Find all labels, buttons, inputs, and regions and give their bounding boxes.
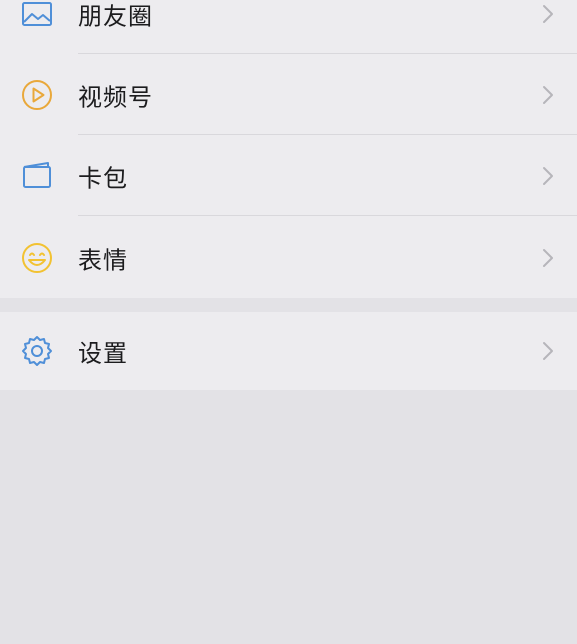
empty-background-area [0,390,577,644]
menu-item-label: 朋友圈 [78,2,153,31]
card-wallet-icon [18,157,56,195]
divider [78,134,577,135]
divider [78,53,577,54]
channels-play-icon [18,76,56,114]
menu-item-label: 表情 [78,246,128,275]
chevron-right-icon [541,165,555,187]
menu-item-card-wallet[interactable]: 卡包 [0,136,577,216]
chevron-right-icon [541,3,555,25]
menu-item-channels[interactable]: 视频号 [0,55,577,135]
me-settings-screen: 朋友圈 视频号 卡包 表情 设置 [0,0,577,644]
menu-item-label: 视频号 [78,83,153,112]
menu-group-settings: 设置 [0,312,577,390]
menu-item-stickers[interactable]: 表情 [0,218,577,298]
moments-picture-icon [18,0,56,33]
chevron-right-icon [541,247,555,269]
menu-item-label: 卡包 [78,164,128,193]
sticker-smiley-icon [18,239,56,277]
menu-item-settings[interactable]: 设置 [0,312,577,390]
divider [78,215,577,216]
menu-item-moments[interactable]: 朋友圈 [0,0,577,54]
chevron-right-icon [541,84,555,106]
menu-group-primary: 朋友圈 视频号 卡包 表情 [0,0,577,298]
chevron-right-icon [541,340,555,362]
settings-gear-icon [18,332,56,370]
menu-item-label: 设置 [78,339,128,368]
